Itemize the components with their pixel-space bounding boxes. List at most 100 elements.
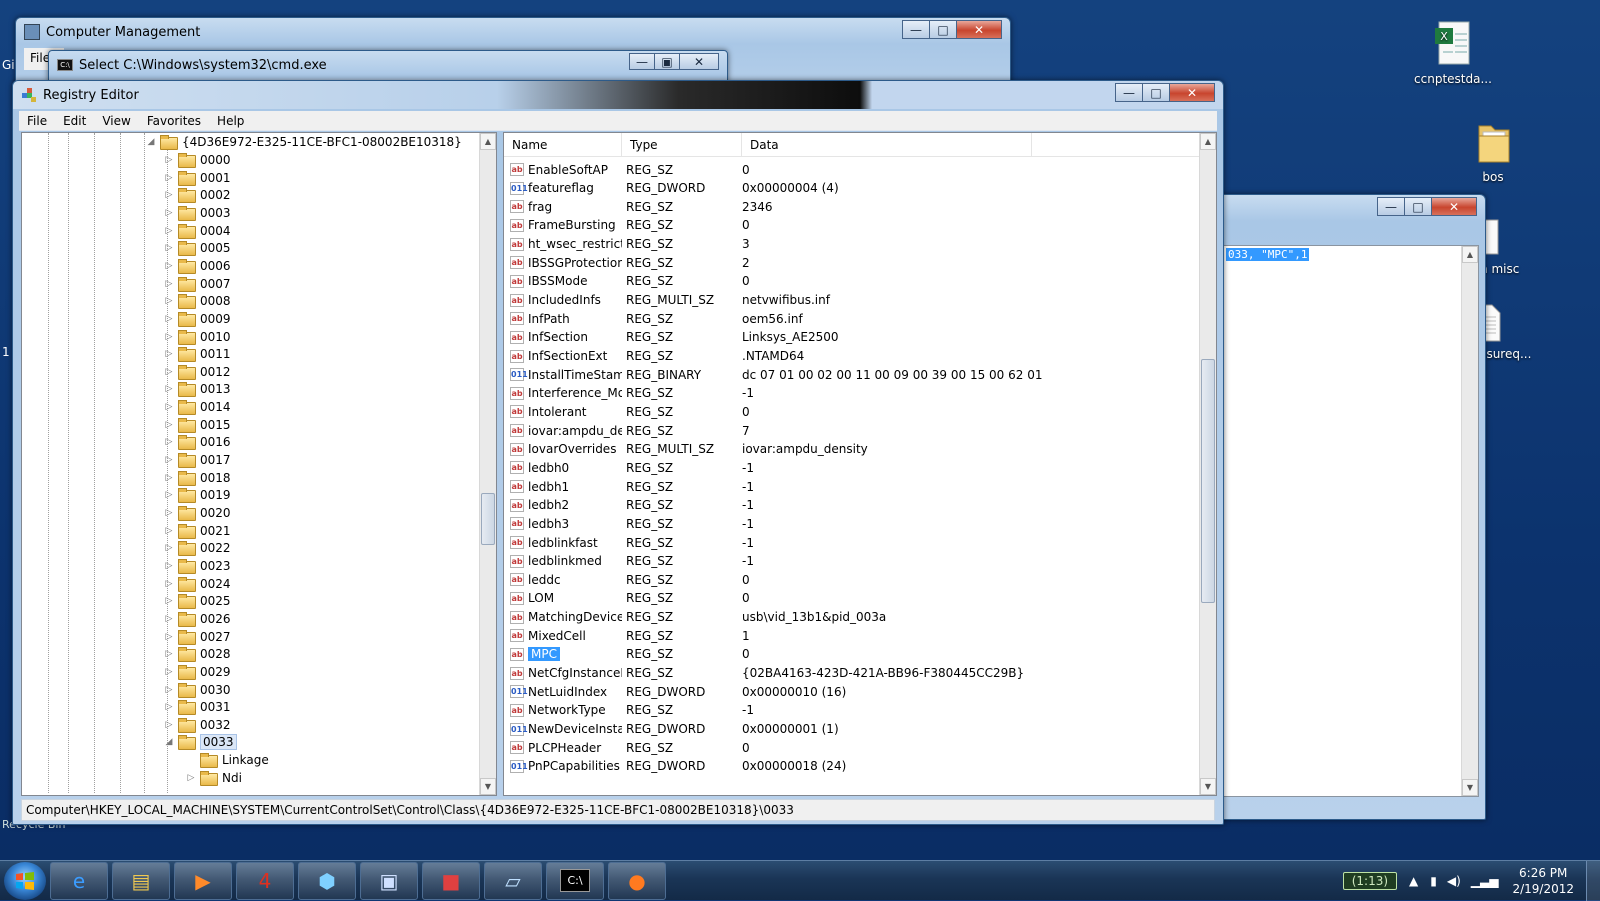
expand-arrow-icon[interactable]: ▷	[164, 455, 174, 465]
expand-arrow-icon[interactable]: ▷	[164, 561, 174, 571]
column-header-name[interactable]: Name	[504, 133, 622, 157]
registry-value-row[interactable]: ab ht_wsec_restrict REG_SZ 3	[504, 235, 1199, 254]
close-button[interactable]: ✕	[956, 20, 1002, 39]
taskbar-button[interactable]: ⬢	[298, 861, 356, 900]
expand-arrow-icon[interactable]: ▷	[164, 402, 174, 412]
minimize-button[interactable]: —	[902, 20, 930, 39]
tree-key-item[interactable]: ▷ 0027	[164, 628, 231, 646]
close-button[interactable]: ✕	[679, 53, 719, 70]
expand-arrow-icon[interactable]: ▷	[164, 579, 174, 589]
expand-arrow-icon[interactable]: ▷	[164, 473, 174, 483]
taskbar-button[interactable]: ▱	[484, 861, 542, 900]
column-header-data[interactable]: Data	[742, 133, 1032, 157]
registry-value-row[interactable]: ab iovar:ampdu_de... REG_SZ 7	[504, 421, 1199, 440]
tree-key-item[interactable]: ▷ 0009	[164, 310, 231, 328]
registry-value-row[interactable]: ab FrameBursting REG_SZ 0	[504, 216, 1199, 235]
tree-key-item[interactable]: ▷ 0028	[164, 645, 231, 663]
tree-key-item[interactable]: ▷ 0005	[164, 239, 231, 257]
registry-value-row[interactable]: ab PLCPHeader REG_SZ 0	[504, 738, 1199, 757]
notepad-text-area[interactable]: 033, "MPC",1 ▲ ▼	[1223, 245, 1479, 797]
tree-key-item[interactable]: ▷ 0022	[164, 539, 231, 557]
speaker-icon[interactable]: ◀)	[1447, 874, 1461, 888]
desktop-icon-bos[interactable]: bos	[1450, 118, 1536, 184]
tree-key-child[interactable]: ▷ Ndi	[186, 769, 242, 787]
tree-key-item[interactable]: ▷ 0008	[164, 292, 231, 310]
clock[interactable]: 6:26 PM 2/19/2012	[1512, 865, 1574, 897]
tree-key-item[interactable]: ▷ 0026	[164, 610, 231, 628]
registry-value-row[interactable]: ab Intolerant REG_SZ 0	[504, 402, 1199, 421]
registry-value-row[interactable]: ab NetCfgInstanceId REG_SZ {02BA4163-423D-4…	[504, 664, 1199, 683]
registry-value-row[interactable]: ab Interference_Mo... REG_SZ -1	[504, 384, 1199, 403]
registry-value-row[interactable]: 011InstallTimeStamp REG_BINARY dc 07 01 00…	[504, 365, 1199, 384]
tree-key-item[interactable]: ▷ 0025	[164, 592, 231, 610]
scroll-up-arrow-icon[interactable]: ▲	[1462, 246, 1478, 263]
tree-key-item[interactable]: ▷ 0024	[164, 575, 231, 593]
tree-key-item[interactable]: ▷ 0006	[164, 257, 231, 275]
close-button[interactable]: ✕	[1431, 197, 1477, 216]
maximize-button[interactable]: □	[1142, 83, 1170, 102]
expand-arrow-icon[interactable]: ▷	[164, 173, 174, 183]
expand-arrow-icon[interactable]: ▷	[164, 226, 174, 236]
maximize-button[interactable]: ▣	[654, 53, 680, 70]
tree-key-item[interactable]: ▷ 0023	[164, 557, 231, 575]
tree-key-item[interactable]: ◢ 0033	[164, 733, 237, 751]
registry-value-row[interactable]: ab InfSection REG_SZ Linksys_AE2500	[504, 328, 1199, 347]
registry-tree[interactable]: ▲ ▼ ◢ {4D36E972-E325-11CE-BFC1-08002BE103…	[21, 132, 497, 796]
list-scrollbar[interactable]: ▲ ▼	[1199, 133, 1216, 795]
tree-key-item[interactable]: ▷ 0013	[164, 380, 231, 398]
registry-value-row[interactable]: ab NetworkType REG_SZ -1	[504, 701, 1199, 720]
tree-key-item[interactable]: ▷ 0018	[164, 469, 231, 487]
tree-key-item[interactable]: ▷ 0000	[164, 151, 231, 169]
tree-key-item[interactable]: ▷ 0020	[164, 504, 231, 522]
scroll-thumb[interactable]	[1201, 359, 1215, 603]
minimize-button[interactable]: —	[629, 53, 655, 70]
registry-value-row[interactable]: ab LOM REG_SZ 0	[504, 589, 1199, 608]
registry-value-row[interactable]: ab leddc REG_SZ 0	[504, 570, 1199, 589]
power-icon[interactable]: ▮	[1430, 874, 1437, 888]
registry-value-row[interactable]: ab EnableSoftAP REG_SZ 0	[504, 160, 1199, 179]
tree-key-item[interactable]: ▷ 0030	[164, 681, 231, 699]
menu-help[interactable]: Help	[209, 114, 252, 128]
expand-arrow-icon[interactable]: ▷	[164, 632, 174, 642]
expand-arrow-icon[interactable]: ▷	[164, 649, 174, 659]
scroll-thumb[interactable]	[481, 493, 495, 545]
expand-arrow-icon[interactable]: ▷	[164, 279, 174, 289]
expand-arrow-icon[interactable]: ▷	[164, 367, 174, 377]
expand-arrow-icon[interactable]: ▷	[164, 384, 174, 394]
expand-arrow-icon[interactable]: ▷	[164, 508, 174, 518]
collapse-arrow-icon[interactable]: ◢	[164, 737, 174, 747]
tree-key-root[interactable]: ◢ {4D36E972-E325-11CE-BFC1-08002BE10318}	[146, 133, 462, 151]
taskbar-button[interactable]: C:\	[546, 861, 604, 900]
desktop-icon-ccnptestda[interactable]: X ccnptestda...	[1410, 20, 1496, 86]
menu-favorites[interactable]: Favorites	[139, 114, 209, 128]
registry-value-row[interactable]: ab MatchingDeviceId REG_SZ usb\vid_13b1&pid…	[504, 608, 1199, 627]
taskbar-button[interactable]: ●	[608, 861, 666, 900]
tree-key-item[interactable]: ▷ 0019	[164, 486, 231, 504]
registry-editor-window[interactable]: Registry Editor — □ ✕ File Edit View Favori…	[12, 80, 1224, 825]
tree-key-item[interactable]: ▷ 0004	[164, 222, 231, 240]
tree-key-item[interactable]: ▷ 0031	[164, 698, 231, 716]
registry-value-row[interactable]: 011 PnPCapabilities REG_DWORD 0x00000018 (2…	[504, 757, 1199, 776]
expand-arrow-icon[interactable]: ▷	[164, 208, 174, 218]
taskbar-button[interactable]: ▣	[360, 861, 418, 900]
tree-key-child[interactable]: Linkage	[186, 751, 269, 769]
expand-arrow-icon[interactable]: ▷	[164, 437, 174, 447]
minimize-button[interactable]: —	[1377, 197, 1405, 216]
expand-arrow-icon[interactable]: ▷	[164, 332, 174, 342]
tree-key-item[interactable]: ▷ 0003	[164, 204, 231, 222]
collapse-arrow-icon[interactable]: ◢	[146, 137, 156, 147]
registry-value-row[interactable]: ab ledbh2 REG_SZ -1	[504, 496, 1199, 515]
registry-value-row[interactable]: 011 NetLuidIndex REG_DWORD 0x00000010 (16)	[504, 682, 1199, 701]
registry-value-row[interactable]: ab ledbh3 REG_SZ -1	[504, 514, 1199, 533]
expand-arrow-icon[interactable]: ▷	[164, 543, 174, 553]
expand-arrow-icon[interactable]: ▷	[164, 614, 174, 624]
expand-arrow-icon[interactable]: ▷	[164, 420, 174, 430]
menu-file[interactable]: File	[19, 114, 55, 128]
taskbar-button[interactable]: ▶	[174, 861, 232, 900]
registry-value-row[interactable]: ab frag REG_SZ 2346	[504, 197, 1199, 216]
taskbar-button[interactable]: ▤	[112, 861, 170, 900]
tree-key-item[interactable]: ▷ 0007	[164, 275, 231, 293]
tree-key-item[interactable]: ▷ 0032	[164, 716, 231, 734]
battery-indicator[interactable]: (1:13)	[1342, 872, 1398, 890]
expand-arrow-icon[interactable]: ▷	[164, 667, 174, 677]
